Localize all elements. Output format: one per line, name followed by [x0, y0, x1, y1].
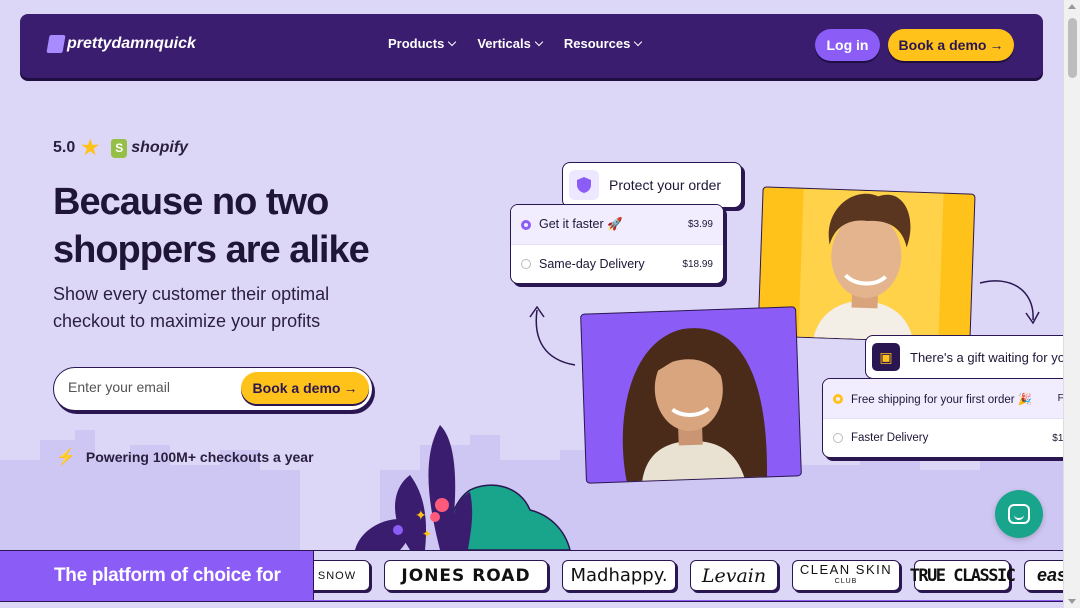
shield-icon [569, 170, 599, 200]
rating-value: 5.0 [53, 139, 76, 156]
powering-stat: ⚡ Powering 100M+ checkouts a year [56, 447, 314, 467]
brand-logo-subtext: CLUB [834, 577, 858, 585]
brand-logo-true-classic: TRUE CLASSIC [910, 560, 1016, 591]
delivery-option[interactable]: Get it faster 🚀 $3.99 [511, 205, 723, 244]
page-scrollbar[interactable] [1063, 0, 1080, 608]
logo-text: prettydamnquick [67, 35, 196, 52]
nav-item-label: Verticals [477, 36, 531, 51]
star-icon: ★ [81, 137, 100, 159]
book-demo-hero-button[interactable]: Book a demo → [241, 372, 369, 404]
chat-launcher-button[interactable] [995, 490, 1043, 538]
brand-logo-snow: SNOW [314, 560, 370, 591]
gift-card[interactable]: ▣ There's a gift waiting for you [865, 335, 1075, 379]
email-input[interactable] [68, 379, 238, 395]
option-label: Free shipping for your first order 🎉 [851, 393, 1033, 406]
brand-logo-strip: SNOW JONES ROAD Madhappy. Levain CLEAN S… [313, 551, 1063, 600]
radio-selected-icon [521, 219, 531, 230]
nav-item-products[interactable]: Products [388, 36, 457, 51]
nav-item-label: Products [388, 36, 445, 51]
scrollbar-thumb[interactable] [1068, 18, 1077, 78]
shipping-option[interactable]: Faster Delivery $11. [823, 418, 1080, 457]
plant-illustration: ✦ ✦ [355, 425, 571, 550]
gift-icon: ▣ [872, 343, 900, 371]
lightning-icon: ⚡ [56, 449, 76, 466]
brand-logo-text: CLEAN SKIN [799, 561, 893, 577]
curved-arrow-decoration [979, 280, 1040, 325]
option-label: Same-day Delivery [539, 257, 645, 271]
option-price: $3.99 [687, 219, 713, 230]
svg-text:✦: ✦ [422, 527, 432, 541]
shipping-option[interactable]: Free shipping for your first order 🎉 FR [823, 379, 1080, 418]
option-label: Faster Delivery [851, 432, 929, 444]
brand-logo-jones-road: JONES ROAD [384, 560, 548, 591]
hero-headline: Because no two shoppers are alike [53, 181, 370, 271]
option-price: $18.99 [682, 258, 713, 270]
nav-item-verticals[interactable]: Verticals [477, 36, 544, 51]
chevron-down-icon [448, 37, 457, 47]
radio-unselected-icon [521, 259, 531, 269]
curved-arrow-decoration [529, 305, 576, 366]
delivery-options-card: Get it faster 🚀 $3.99 Same-day Delivery … [510, 204, 724, 284]
scroll-up-arrow-icon[interactable] [1068, 4, 1076, 9]
shopify-bag-icon [111, 138, 128, 158]
top-nav: prettydamnquick Products Verticals Resou… [20, 14, 1043, 78]
chevron-down-icon [634, 37, 643, 47]
radio-selected-icon [833, 393, 843, 404]
nav-item-resources[interactable]: Resources [563, 36, 643, 51]
customer-logos-bar: The platform of choice for SNOW JONES RO… [0, 550, 1063, 602]
book-demo-nav-button[interactable]: Book a demo → [888, 29, 1014, 61]
brand-logo-madhappy: Madhappy. [562, 560, 676, 591]
nav-item-label: Resources [563, 36, 631, 51]
arrow-right-icon: → [343, 380, 358, 396]
svg-text:✦: ✦ [415, 507, 427, 523]
book-demo-label: Book a demo [252, 380, 341, 396]
option-label: Get it faster 🚀 [539, 217, 623, 231]
protect-order-card[interactable]: Protect your order [562, 162, 742, 208]
email-signup-form: Book a demo → [53, 367, 373, 411]
nav-menu: Products Verticals Resources [388, 36, 643, 51]
logo-mark-icon [46, 35, 66, 53]
powering-text: Powering 100M+ checkouts a year [85, 449, 314, 465]
shopify-badge: shopify [111, 138, 189, 158]
customer-photo-woman [580, 306, 802, 484]
login-button[interactable]: Log in [815, 29, 880, 61]
hero-subhead: Show every customer their optimal checko… [53, 284, 330, 331]
chevron-down-icon [534, 37, 544, 47]
logo[interactable]: prettydamnquick [46, 35, 196, 53]
brand-logo-partial: eas [1024, 560, 1063, 591]
scroll-down-arrow-icon[interactable] [1068, 599, 1076, 604]
rating-row: 5.0 ★ shopify [53, 138, 188, 158]
shopify-label: shopify [131, 139, 189, 156]
brand-logo-clean-skin-club: CLEAN SKIN CLUB [792, 560, 900, 591]
gift-label: There's a gift waiting for you [910, 349, 1073, 365]
chat-icon [1008, 504, 1030, 524]
brand-logo-levain: Levain [690, 560, 778, 591]
protect-order-label: Protect your order [609, 177, 722, 193]
arrow-right-icon: → [989, 37, 1004, 53]
delivery-option[interactable]: Same-day Delivery $18.99 [511, 244, 723, 283]
platform-choice-text: The platform of choice for [54, 565, 281, 586]
radio-unselected-icon [833, 433, 843, 443]
book-demo-label: Book a demo [898, 37, 987, 53]
shipping-options-card: Free shipping for your first order 🎉 FR … [822, 378, 1080, 458]
